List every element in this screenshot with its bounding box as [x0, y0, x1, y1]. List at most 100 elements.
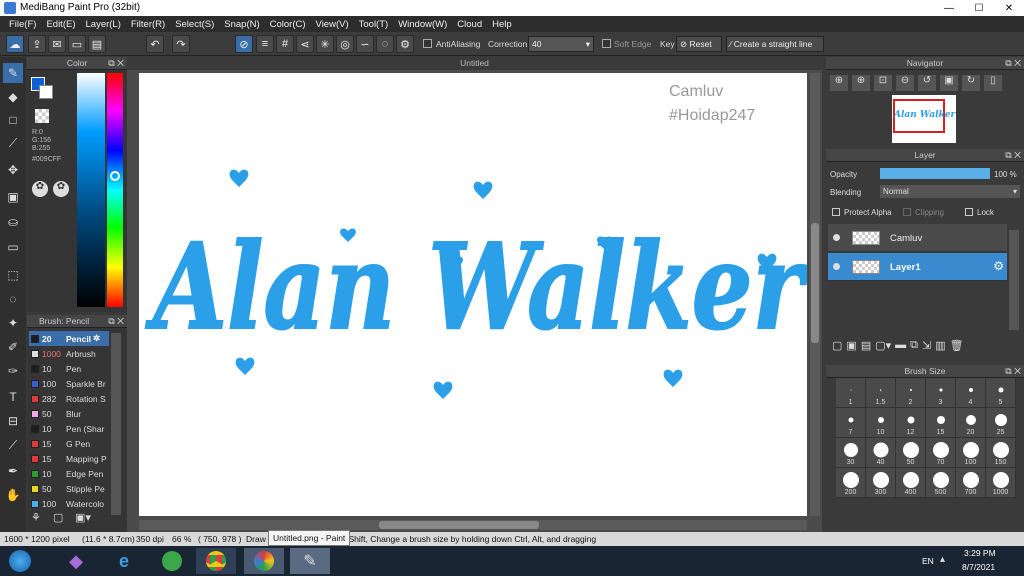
- canvas-vertical-scrollbar[interactable]: [810, 73, 820, 516]
- duplicate-layer-icon[interactable]: ⧉: [910, 339, 918, 352]
- brush-item[interactable]: 282 Rotation S: [29, 391, 109, 406]
- parallel-snap-icon[interactable]: ≡: [256, 35, 274, 53]
- brush-size-option[interactable]: 1.5: [866, 378, 896, 408]
- brush-item[interactable]: 100 Sparkle Br: [29, 376, 109, 391]
- lock-checkbox[interactable]: [965, 208, 973, 216]
- panel-close-icon[interactable]: ⧉ ✕: [108, 57, 124, 70]
- menu-item[interactable]: Help: [487, 19, 517, 30]
- straight-line-button[interactable]: ⁄ Create a straight line: [726, 36, 824, 52]
- ellipse-snap-icon[interactable]: ◌: [376, 35, 394, 53]
- snap-settings-icon[interactable]: ⚙: [396, 35, 414, 53]
- divide-tool-icon[interactable]: ⊟: [3, 411, 23, 431]
- brush-size-option[interactable]: 100: [956, 438, 986, 468]
- visibility-icon[interactable]: [833, 263, 840, 270]
- reset-button[interactable]: ⊘ Reset: [676, 36, 722, 52]
- snap-off-icon[interactable]: ⊘: [235, 35, 253, 53]
- trash-icon[interactable]: 🗑: [950, 339, 964, 352]
- eyedropper-tool-icon[interactable]: ⟋: [3, 435, 23, 455]
- brush-item[interactable]: 10 Pen: [29, 361, 109, 376]
- redo-icon[interactable]: ↷: [172, 35, 190, 53]
- clock-date[interactable]: 8/7/2021: [962, 562, 995, 572]
- brush-item[interactable]: 50 Stipple Pe: [29, 481, 109, 496]
- medibang-app-icon[interactable]: ✎: [290, 548, 330, 574]
- new-halftone-layer-icon[interactable]: ▣: [846, 339, 856, 352]
- layer-row[interactable]: Layer1 ⚙: [828, 253, 1007, 281]
- start-button[interactable]: [0, 548, 40, 574]
- visibility-icon[interactable]: [833, 234, 840, 241]
- magic-wand-tool-icon[interactable]: ✦: [3, 313, 23, 333]
- drawing-canvas[interactable]: Camluv #Hoidap247 Alan Walker: [139, 73, 807, 516]
- brush-size-option[interactable]: 25: [986, 408, 1016, 438]
- palette-add-icon[interactable]: ✿: [53, 181, 69, 197]
- brush-add-icon[interactable]: ⚘: [31, 511, 49, 527]
- palette-icon[interactable]: ✿: [32, 181, 48, 197]
- chrome-icon[interactable]: [196, 548, 236, 574]
- antialiasing-checkbox[interactable]: [423, 39, 432, 48]
- rotate-right-icon[interactable]: ↻: [962, 75, 980, 91]
- share-icon[interactable]: ⇪: [28, 35, 46, 53]
- menu-item[interactable]: File(F): [4, 19, 41, 30]
- internet-explorer-icon[interactable]: e: [104, 548, 144, 574]
- panel-close-icon[interactable]: ⧉ ✕: [108, 315, 124, 328]
- cloud-icon[interactable]: ☁: [6, 35, 24, 53]
- opacity-slider[interactable]: [880, 168, 990, 179]
- hue-slider[interactable]: [107, 73, 123, 307]
- brush-size-option[interactable]: 3: [926, 378, 956, 408]
- new-layer-icon[interactable]: ▢: [832, 339, 842, 352]
- merge-layer-icon[interactable]: ⇲: [922, 339, 931, 352]
- brush-item[interactable]: 1000 Arbrush: [29, 346, 109, 361]
- brush-size-option[interactable]: 10: [866, 408, 896, 438]
- zoom-out-icon[interactable]: ⊖: [896, 75, 914, 91]
- coccoc-browser-icon[interactable]: [152, 548, 192, 574]
- minimize-button[interactable]: —: [934, 0, 964, 16]
- layer-row[interactable]: Camluv: [828, 224, 1007, 252]
- menu-item[interactable]: Layer(L): [81, 19, 126, 30]
- vanishing-snap-icon[interactable]: ⋖: [296, 35, 314, 53]
- rectangle-tool-icon[interactable]: □: [3, 110, 23, 130]
- brush-size-option[interactable]: 400: [896, 468, 926, 498]
- clock-time[interactable]: 3:29 PM: [964, 548, 996, 558]
- grid-snap-icon[interactable]: #: [276, 35, 294, 53]
- hand-tool-icon[interactable]: ✋: [3, 485, 23, 505]
- brush-size-option[interactable]: 70: [926, 438, 956, 468]
- brush-item[interactable]: 10 Pen (Shar: [29, 421, 109, 436]
- brush-menu-icon[interactable]: ▣▾: [75, 511, 97, 527]
- select-eraser-tool-icon[interactable]: ✑: [3, 361, 23, 381]
- bucket-tool-icon[interactable]: ⛀: [3, 212, 23, 232]
- brush-item[interactable]: 15 G Pen: [29, 436, 109, 451]
- brush-size-option[interactable]: 150: [986, 438, 1016, 468]
- menu-item[interactable]: Color(C): [265, 19, 311, 30]
- maximize-button[interactable]: ☐: [964, 0, 994, 16]
- blending-select[interactable]: Normal ▾: [880, 185, 1020, 198]
- select-pen-tool-icon[interactable]: ✐: [3, 337, 23, 357]
- gear-icon[interactable]: ✲: [93, 333, 100, 344]
- radial-snap-icon[interactable]: ✳: [316, 35, 334, 53]
- brush-size-option[interactable]: 40: [866, 438, 896, 468]
- brush-size-option[interactable]: 50: [896, 438, 926, 468]
- dot-tool-icon[interactable]: ⟋: [3, 133, 23, 153]
- visual-studio-icon[interactable]: ◆: [56, 548, 96, 574]
- paint-app-icon[interactable]: [244, 548, 284, 574]
- undo-icon[interactable]: ↶: [146, 35, 164, 53]
- fit-icon[interactable]: ⊡: [874, 75, 892, 91]
- document-icon[interactable]: ▤: [88, 35, 106, 53]
- circle-snap-icon[interactable]: ◎: [336, 35, 354, 53]
- menu-item[interactable]: Select(S): [170, 19, 219, 30]
- lasso-tool-icon[interactable]: ◌: [3, 289, 23, 309]
- menu-item[interactable]: Snap(N): [219, 19, 264, 30]
- menu-item[interactable]: View(V): [311, 19, 354, 30]
- brush-size-option[interactable]: 1: [836, 378, 866, 408]
- brush-size-option[interactable]: 12: [896, 408, 926, 438]
- brush-size-option[interactable]: 2: [896, 378, 926, 408]
- language-indicator[interactable]: EN: [922, 556, 934, 566]
- zoom-in-icon[interactable]: ⊕: [830, 75, 848, 91]
- panel-close-icon[interactable]: ⧉ ✕: [1005, 149, 1021, 162]
- brush-size-option[interactable]: 30: [836, 438, 866, 468]
- brush-item[interactable]: 100 Watercolo: [29, 496, 109, 511]
- actual-size-icon[interactable]: ▣: [940, 75, 958, 91]
- brush-tool-icon[interactable]: ✎: [3, 63, 23, 83]
- brush-size-option[interactable]: 7: [836, 408, 866, 438]
- brush-size-option[interactable]: 1000: [986, 468, 1016, 498]
- pen-tool-icon[interactable]: ✒: [3, 461, 23, 481]
- brush-item[interactable]: 15 Mapping P: [29, 451, 109, 466]
